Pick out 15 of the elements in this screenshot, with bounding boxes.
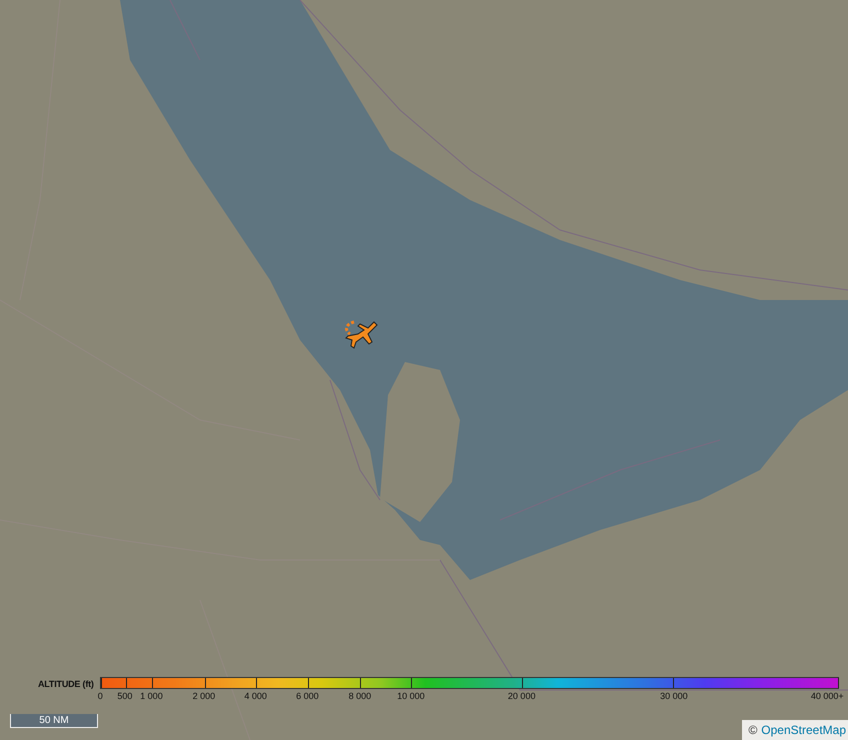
altitude-tick-label: 4 000 (244, 691, 267, 701)
altitude-tick-label: 10 000 (397, 691, 425, 701)
altitude-tick-label: 0 (98, 691, 103, 701)
altitude-tick-label: 8 000 (348, 691, 372, 701)
altitude-tick-label: 1 000 (140, 691, 163, 701)
altitude-tick-label: 40 000+ (810, 691, 844, 701)
altitude-tick-label: 30 000 (660, 691, 688, 701)
altitude-tick-label: 2 000 (192, 691, 216, 701)
openstreetmap-link[interactable]: OpenStreetMap (761, 723, 846, 737)
altitude-tick-label: 6 000 (296, 691, 319, 701)
scale-bar: 50 NM (10, 714, 98, 728)
altitude-legend-title: ALTITUDE (ft) (38, 679, 94, 689)
altitude-tick-label: 500 (117, 691, 132, 701)
altitude-tick-label: 20 000 (508, 691, 536, 701)
copyright-symbol: © (748, 723, 758, 737)
